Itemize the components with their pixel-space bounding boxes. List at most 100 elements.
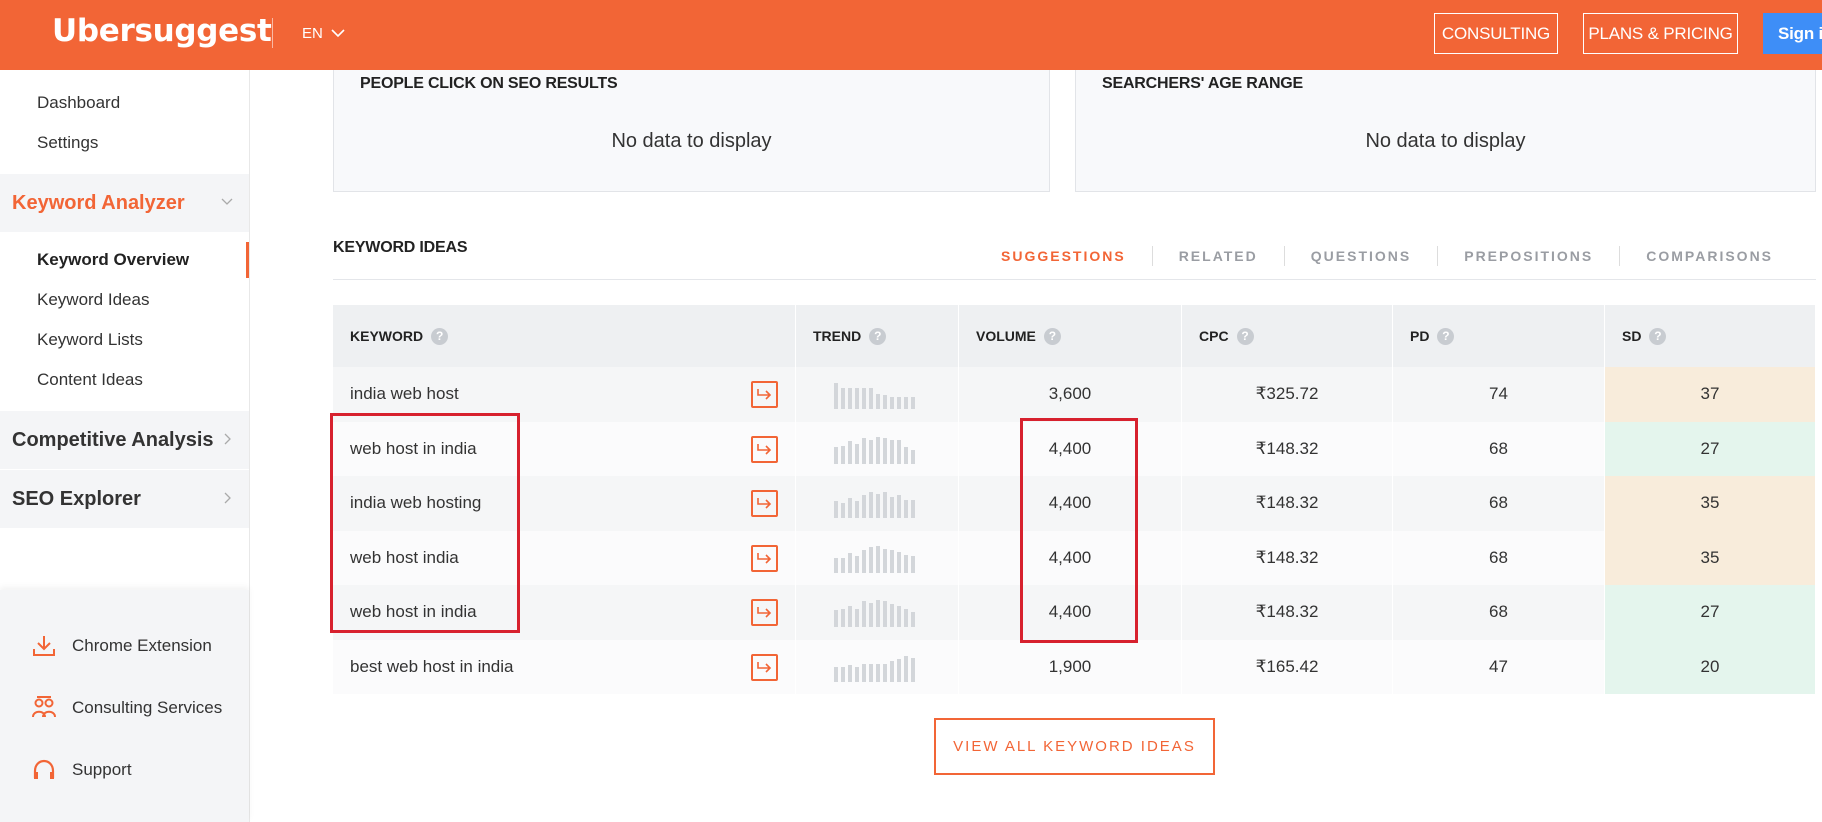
cpc-cell: ₹148.32 [1182,476,1393,531]
sidebar-item-content-ideas[interactable]: Content Ideas [37,370,143,390]
column-label: CPC [1199,328,1229,344]
trend-bar [862,663,866,682]
divider [333,279,1816,280]
trend-bar [904,609,908,628]
sidebar-section-competitive-analysis[interactable]: Competitive Analysis [0,411,249,469]
ubersuggest-logo[interactable]: Ubersuggest [52,13,272,49]
consulting-button[interactable]: CONSULTING [1434,13,1558,54]
open-keyword-icon[interactable] [751,653,778,681]
view-all-keyword-ideas-button[interactable]: VIEW ALL KEYWORD IDEAS [934,718,1215,775]
header-divider [272,18,273,48]
cpc-cell: ₹165.42 [1182,639,1393,694]
sidebar-item-keyword-ideas[interactable]: Keyword Ideas [37,290,149,310]
trend-bar [876,494,880,519]
trend-bar [848,552,852,573]
open-keyword-icon[interactable] [751,599,778,626]
sd-cell: 37 [1605,367,1816,422]
sd-cell: 35 [1605,476,1816,531]
trend-bar [876,663,880,682]
open-keyword-icon[interactable] [751,381,778,408]
pd-cell: 47 [1393,639,1605,694]
trend-sparkline [796,434,915,464]
trend-bar [834,610,838,628]
sidebar-section-seo-explorer[interactable]: SEO Explorer [0,470,249,528]
column-header-sd[interactable]: SD? [1605,305,1816,367]
tab-suggestions[interactable]: SUGGESTIONS [975,246,1152,266]
top-nav-bar: Ubersuggest EN CONSULTING PLANS & PRICIN… [0,0,1822,70]
trend-bar [869,492,873,519]
pd-cell: 68 [1393,530,1605,585]
trend-bar [904,397,908,410]
sidebar-bottom-label: Consulting Services [72,698,223,717]
sidebar-consulting-services[interactable]: Consulting Services [30,694,222,722]
sidebar-section-keyword-analyzer[interactable]: Keyword Analyzer [0,174,249,232]
column-header-trend[interactable]: TREND? [796,305,959,367]
help-icon[interactable]: ? [869,327,887,345]
trend-bar [862,549,866,573]
trend-bar [904,446,908,464]
plans-pricing-button[interactable]: PLANS & PRICING [1583,13,1738,54]
sidebar-item-keyword-overview[interactable]: Keyword Overview [37,250,189,270]
tab-prepositions[interactable]: PREPOSITIONS [1437,246,1619,266]
help-icon[interactable]: ? [1043,327,1061,345]
active-indicator [246,242,249,278]
help-icon[interactable]: ? [1437,327,1455,345]
trend-bar [883,601,887,628]
column-header-cpc[interactable]: CPC? [1182,305,1393,367]
trend-cell [796,585,959,640]
age-range-card: SEARCHERS' AGE RANGE No data to display [1075,70,1816,192]
language-selector[interactable]: EN [302,25,345,42]
trend-bar [897,606,901,628]
table-row: best web host in india 1,900 ₹165.42 47 20 [333,639,1816,694]
card-title: PEOPLE CLICK ON SEO RESULTS [360,75,618,92]
chevron-down-icon [331,29,345,38]
help-icon[interactable]: ? [1236,327,1254,345]
seo-clicks-card: PEOPLE CLICK ON SEO RESULTS No data to d… [333,70,1050,192]
trend-bar [855,443,859,464]
sidebar-item-dashboard[interactable]: Dashboard [37,93,120,113]
trend-bar [883,437,887,464]
trend-bar [904,655,908,682]
sidebar-chrome-extension[interactable]: Chrome Extension [30,632,212,660]
sidebar: Dashboard Settings Keyword Analyzer Keyw… [0,70,250,822]
trend-bar [904,500,908,519]
volume-cell: 1,900 [959,639,1182,694]
pd-cell: 68 [1393,421,1605,476]
trend-bar [911,612,915,628]
trend-bar [869,546,873,573]
column-header-pd[interactable]: PD? [1393,305,1605,367]
chevron-down-icon [221,198,233,205]
trend-bar [855,501,859,519]
section-label: SEO Explorer [12,487,141,510]
trend-bar [876,394,880,410]
trend-sparkline [796,543,915,573]
help-icon[interactable]: ? [1649,327,1667,345]
trend-bar [876,600,880,628]
trend-bar [890,497,894,519]
open-keyword-icon[interactable] [751,435,778,463]
open-keyword-icon[interactable] [751,490,778,517]
download-icon [33,636,55,656]
tab-related[interactable]: RELATED [1151,246,1284,266]
sidebar-item-settings[interactable]: Settings [37,133,98,153]
open-keyword-icon[interactable] [751,544,778,572]
sidebar-support[interactable]: Support [30,756,132,784]
trend-bar [883,548,887,573]
trend-bar [862,601,866,628]
sign-in-button[interactable]: Sign in [1763,13,1822,54]
tab-questions[interactable]: QUESTIONS [1283,246,1437,266]
sidebar-bottom-label: Chrome Extension [72,636,212,655]
trend-bar [862,437,866,464]
column-header-volume[interactable]: VOLUME? [959,305,1182,367]
trend-bar [848,664,852,682]
trend-bar [834,501,838,519]
trend-bar [897,439,901,464]
help-icon[interactable]: ? [431,327,449,345]
tab-comparisons[interactable]: COMPARISONS [1619,246,1799,266]
trend-bar [848,606,852,628]
keyword-cell[interactable]: best web host in india [333,639,796,694]
sidebar-item-keyword-lists[interactable]: Keyword Lists [37,330,143,350]
trend-bar [883,663,887,682]
trend-bar [848,388,852,410]
column-header-keyword[interactable]: KEYWORD? [333,305,796,367]
